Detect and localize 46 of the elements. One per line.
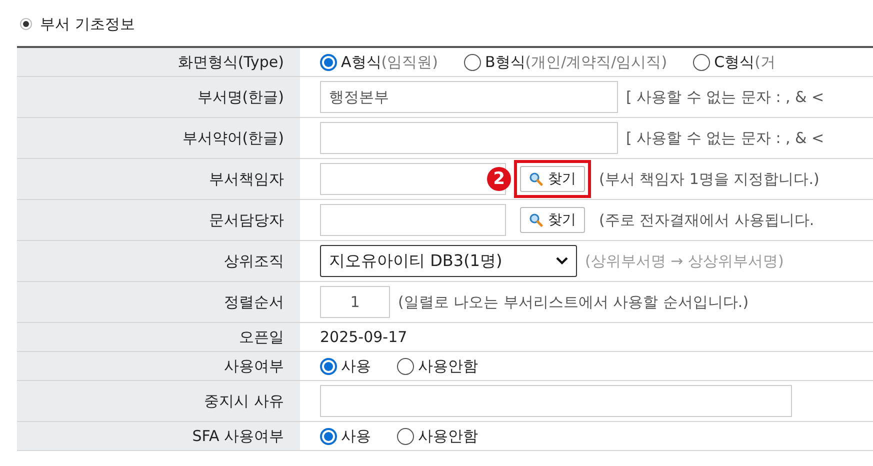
- hint-text: (상위부서명 → 상상위부서명): [585, 252, 784, 270]
- radio-button[interactable]: [320, 54, 337, 70]
- field-label: 화면형식(Type): [178, 52, 284, 72]
- option-label: C형식(거: [714, 52, 776, 72]
- chevron-icon: [556, 257, 568, 265]
- hint-text: [ 사용할 수 없는 문자 : , & <: [626, 88, 824, 106]
- field-label: SFA 사용여부: [192, 426, 284, 446]
- radio-button[interactable]: [320, 428, 337, 444]
- option-label: 사용: [341, 356, 371, 376]
- hint-text: [ 사용할 수 없는 문자 : , & <: [626, 128, 824, 148]
- input-field[interactable]: [320, 204, 506, 236]
- field-label: 부서책임자: [209, 170, 284, 188]
- input-field[interactable]: [320, 163, 506, 195]
- input-field[interactable]: 1: [320, 286, 390, 318]
- dropdown[interactable]: 지오유아이티 DB3(1명): [320, 245, 577, 277]
- radio-button[interactable]: [397, 428, 414, 444]
- field-label: 부서명(한글): [197, 88, 284, 106]
- radio-button[interactable]: [464, 54, 481, 70]
- option-label: 사용안함: [418, 356, 478, 376]
- section-title: 부서 기초정보: [40, 14, 135, 34]
- option-label: 사용안함: [418, 426, 478, 446]
- input-field[interactable]: [320, 122, 618, 154]
- hint-text: (주로 전자결재에서 사용됩니다.: [599, 210, 814, 230]
- hint-text: (부서 책임자 1명을 지정합니다.): [599, 170, 820, 188]
- find-button[interactable]: 찾기: [520, 166, 585, 192]
- field-label: 문서담당자: [209, 210, 284, 230]
- option-label: B형식(개인/계약직/임시직): [484, 52, 668, 72]
- field-label: 상위조직: [224, 252, 284, 270]
- input-field[interactable]: [320, 385, 792, 417]
- radio-button[interactable]: [320, 358, 337, 374]
- hint-text: (일렬로 나오는 부서리스트에서 사용할 순서입니다.): [398, 292, 749, 312]
- search-icon: [529, 172, 543, 186]
- bullet-icon: [20, 18, 32, 30]
- search-icon: [529, 213, 543, 227]
- field-label: 오픈일: [239, 328, 284, 346]
- field-label: 중지시 사유: [204, 392, 284, 410]
- option-label: 사용: [341, 426, 371, 446]
- find-button[interactable]: 찾기: [520, 207, 585, 233]
- field-label: 정렬순서: [224, 292, 284, 312]
- field-label: 사용여부: [224, 356, 284, 376]
- input-field[interactable]: 행정본부: [320, 81, 618, 113]
- radio-button[interactable]: [693, 54, 710, 70]
- date-text: 2025-09-17: [320, 328, 408, 346]
- option-label: A형식(임직원): [341, 52, 438, 72]
- radio-button[interactable]: [397, 358, 414, 374]
- field-label: 부서약어(한글): [182, 128, 284, 148]
